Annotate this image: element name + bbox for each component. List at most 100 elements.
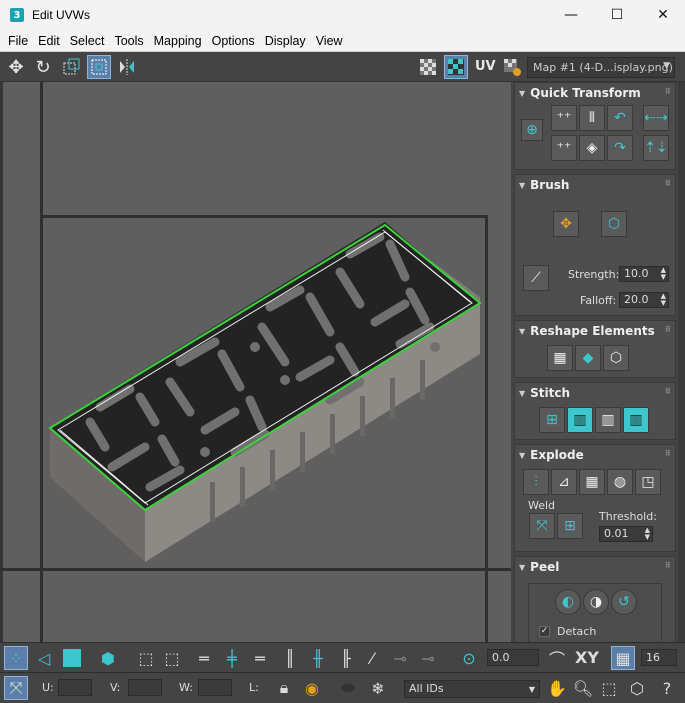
align-corner-icon[interactable]: ⁺⁺ [551, 135, 577, 161]
spinner-arrows-icon[interactable]: ▲ ▼ [661, 267, 666, 281]
menu-edit[interactable]: Edit [33, 34, 65, 48]
uv-editor-viewport[interactable] [0, 82, 511, 642]
w-field[interactable] [198, 679, 232, 696]
zoom-region-icon[interactable]: ⬚ [597, 676, 621, 700]
checker-icon[interactable] [416, 55, 440, 79]
freeze-filter-icon[interactable]: ⬬ [336, 676, 360, 700]
strength-spinner[interactable]: 10.0 ▲ ▼ [619, 266, 669, 282]
rollout-header[interactable]: ▼ Stitch ⠿ [515, 383, 675, 403]
threshold-spinner[interactable]: 0.01 ▲ ▼ [599, 526, 653, 542]
zoom-icon[interactable]: 🔍︎ [571, 676, 595, 700]
drag-handle-icon[interactable]: ⠿ [665, 325, 671, 334]
drag-handle-icon[interactable]: ⠿ [665, 561, 671, 570]
detach-checkbox[interactable]: ✓ [539, 626, 550, 637]
shrink-selection-icon[interactable]: ⬚ [160, 646, 184, 670]
align-horizontal-icon[interactable]: ⁺⁺ [551, 105, 577, 131]
scale-icon[interactable] [59, 55, 83, 79]
menu-select[interactable]: Select [65, 34, 110, 48]
freeform-icon[interactable] [87, 55, 111, 79]
falloff-spinner[interactable]: 20.0 ▲ ▼ [619, 292, 669, 308]
texture-settings-icon[interactable] [500, 55, 524, 79]
drag-handle-icon[interactable]: ⠿ [665, 179, 671, 188]
maximize-button[interactable]: ☐ [594, 0, 640, 30]
mirror-icon[interactable] [115, 55, 139, 79]
uv-display-toggle[interactable]: UV [475, 59, 496, 74]
panel-scrollbar[interactable] [678, 82, 685, 642]
relax-element-icon[interactable]: ◆ [575, 345, 601, 371]
hide-icon[interactable]: ◉ [300, 676, 324, 700]
rollout-header[interactable]: ▼ Brush ⠿ [515, 175, 675, 195]
menu-tools[interactable]: Tools [109, 34, 148, 48]
move-icon[interactable]: ✥ [4, 55, 28, 79]
break-icon[interactable]: ⫶ [523, 469, 549, 495]
rotation-field[interactable]: 0.0 [487, 649, 539, 666]
loop-grow-icon[interactable]: ╪ [220, 646, 244, 670]
paint-select-icon[interactable]: ⁄ [360, 646, 384, 670]
element-mode-icon[interactable]: ⬢ [96, 646, 120, 670]
flatten-by-smoothing-icon[interactable]: ◍ [607, 469, 633, 495]
flatten-by-polygon-icon[interactable]: ▦ [579, 469, 605, 495]
reset-peel-icon[interactable]: ↺ [611, 589, 637, 615]
align-grid-icon[interactable]: ◈ [579, 135, 605, 161]
zoom-extents-icon[interactable]: ⬡ [625, 676, 649, 700]
map-select-dropdown[interactable]: Map #1 (4-D...isplay.png) ▼ [527, 57, 675, 78]
freeze-icon[interactable]: ❄ [366, 676, 390, 700]
xy-toggle[interactable]: XY [575, 648, 599, 667]
stitch-to-target-icon[interactable]: ▥ [567, 407, 593, 433]
weld-target-icon[interactable]: ⊞ [557, 513, 583, 539]
menu-view[interactable]: View [311, 34, 348, 48]
help-icon[interactable]: ? [655, 676, 679, 700]
drag-handle-icon[interactable]: ⠿ [665, 449, 671, 458]
edge-mode-icon[interactable]: ◁ [32, 646, 56, 670]
rollout-header[interactable]: ▼ Quick Transform ⠿ [515, 83, 675, 103]
drag-handle-icon[interactable]: ⠿ [665, 87, 671, 96]
paint-move-icon[interactable]: ✥ [553, 211, 579, 237]
rotate-icon[interactable]: ↻ [31, 55, 55, 79]
loop-icon[interactable]: ═ [192, 646, 216, 670]
rollout-header[interactable]: ▼ Reshape Elements ⠿ [515, 321, 675, 341]
menu-display[interactable]: Display [260, 34, 311, 48]
weld-selected-icon[interactable]: ⤧ [529, 513, 555, 539]
quick-peel-icon[interactable]: ◐ [555, 589, 581, 615]
flatten-by-material-icon[interactable]: ◳ [635, 469, 661, 495]
drag-handle-icon[interactable]: ⠿ [665, 387, 671, 396]
grow-selection-icon[interactable]: ⬚ [134, 646, 158, 670]
set-pivot-icon[interactable]: ⊕ [521, 119, 543, 141]
straighten-icon[interactable]: ▦ [547, 345, 573, 371]
spinner-arrows-icon[interactable]: ▲ ▼ [645, 527, 650, 541]
spinner-arrows-icon[interactable]: ▲ ▼ [661, 293, 666, 307]
shrink-brush-icon[interactable]: ⊸ [416, 646, 440, 670]
menu-file[interactable]: File [3, 34, 33, 48]
ring-shrink-icon[interactable]: ╟ [334, 646, 358, 670]
space-horizontal-icon[interactable]: ⇠⇢ [643, 105, 669, 131]
space-vertical-icon[interactable]: ⇡⇣ [643, 135, 669, 161]
relax-brush-icon[interactable]: ⬡ [601, 211, 627, 237]
pivot-icon[interactable]: ⤧ [4, 676, 28, 700]
rollout-header[interactable]: ▼ Peel ⠿ [515, 557, 675, 577]
ring-grow-icon[interactable]: ╫ [306, 646, 330, 670]
vertex-mode-icon[interactable]: ⁘ [4, 646, 28, 670]
grid-size-field[interactable]: 16 [641, 649, 677, 666]
pan-icon[interactable]: ✋ [545, 676, 569, 700]
minimize-button[interactable]: — [548, 0, 594, 30]
relax-until-flat-icon[interactable]: ⬡ [603, 345, 629, 371]
ring-icon[interactable]: ║ [278, 646, 302, 670]
brush-falloff-icon[interactable]: ⟋ [523, 265, 549, 291]
stitch-average-icon[interactable]: ▥ [595, 407, 621, 433]
v-field[interactable] [128, 679, 162, 696]
rotate-cw-icon[interactable]: ↷ [607, 135, 633, 161]
grid-snap-icon[interactable]: ▦ [611, 646, 635, 670]
menu-mapping[interactable]: Mapping [149, 34, 207, 48]
lock-icon[interactable]: 🔒︎ [272, 676, 296, 700]
show-map-icon[interactable] [444, 55, 468, 79]
enlarge-brush-icon[interactable]: ⊸ [388, 646, 412, 670]
align-vertical-icon[interactable]: ⦀ [579, 105, 605, 131]
absolute-mode-icon[interactable]: ⊙ [457, 646, 481, 670]
rollout-header[interactable]: ▼ Explode ⠿ [515, 445, 675, 465]
stitch-to-source-icon[interactable]: ▥ [623, 407, 649, 433]
menu-options[interactable]: Options [207, 34, 260, 48]
curve-icon[interactable]: ⌒ [545, 646, 569, 670]
polygon-mode-icon[interactable] [60, 646, 84, 670]
u-field[interactable] [58, 679, 92, 696]
ids-dropdown[interactable]: All IDs ▼ [404, 680, 540, 698]
